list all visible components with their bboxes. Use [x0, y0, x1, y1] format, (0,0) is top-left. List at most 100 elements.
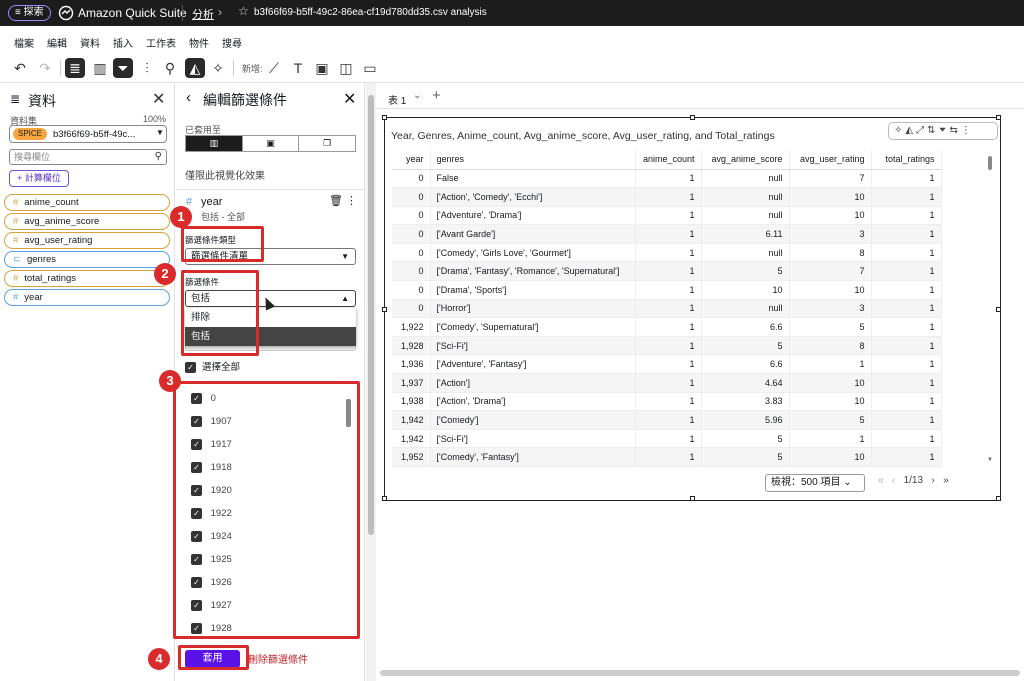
close-icon[interactable]: ✕	[343, 89, 356, 109]
first-page-icon[interactable]: «	[878, 475, 884, 486]
panel-scrollbar[interactable]	[366, 83, 376, 681]
filter-icon[interactable]: ⏷	[113, 58, 133, 78]
column-header-year[interactable]: year	[392, 150, 431, 170]
field-type-icon: #	[186, 196, 193, 208]
table-cell: 3	[789, 299, 872, 319]
remove-filter-link[interactable]: 刪除篩選條件	[248, 651, 308, 666]
table-cell: 4.64	[701, 373, 790, 393]
table-cell: 1,922	[392, 317, 431, 337]
add-visual-icon[interactable]: ⟋	[264, 58, 284, 78]
more-options-icon[interactable]: ⋮	[346, 194, 357, 207]
menu-edit[interactable]: 編輯	[47, 35, 67, 50]
scrollbar-thumb[interactable]	[368, 95, 374, 535]
field-anime-count[interactable]: # anime_count	[4, 194, 170, 211]
table-cell: 1	[871, 243, 942, 263]
add-sheet-icon[interactable]: +	[432, 87, 441, 104]
table-row[interactable]: 0 ['Horror'] 1 null 3 1	[392, 299, 942, 319]
resize-handle[interactable]	[382, 496, 387, 501]
table-cell: 1	[871, 169, 942, 189]
resize-handle[interactable]	[382, 307, 387, 312]
menu-file[interactable]: 檔案	[14, 35, 34, 50]
sparkle-icon[interactable]: ✧	[208, 58, 228, 78]
copy-icon[interactable]: ❐	[299, 136, 355, 151]
table-row[interactable]: 0 ['Avant Garde'] 1 6.11 3 1	[392, 224, 942, 244]
resize-handle[interactable]	[996, 115, 1001, 120]
table-row[interactable]: 0 ['Action', 'Comedy', 'Ecchi'] 1 null 10 1	[392, 187, 942, 207]
tab-sheet-1[interactable]: 表 1	[388, 92, 406, 107]
column-header-total-ratings[interactable]: total_ratings	[871, 150, 942, 170]
resize-handle[interactable]	[690, 496, 695, 501]
table-row[interactable]: 1,942 ['Sci-Fi'] 1 5 1 1	[392, 429, 942, 449]
breadcrumb-analysis-link[interactable]: 分析	[192, 6, 214, 22]
resize-handle[interactable]	[996, 496, 1001, 501]
field-total-ratings[interactable]: # total_ratings	[4, 270, 170, 287]
field-genres[interactable]: ⊂ genres	[4, 251, 170, 268]
table-row[interactable]: 0 ['Comedy', 'Girls Love', 'Gourmet'] 1 nul…	[392, 243, 942, 263]
prev-page-icon[interactable]: ‹	[892, 475, 895, 486]
menu-bar: 檔案 編輯 資料 插入 工作表 物件 搜尋	[0, 26, 1024, 53]
table-row[interactable]: 1,922 ['Comedy', 'Supernatural'] 1 6.6 5 1	[392, 317, 942, 337]
visual-action-icons[interactable]: ✧◭⤢⇅⏷⇆⋮	[894, 125, 974, 136]
chevron-left-icon[interactable]: ‹	[186, 89, 191, 106]
add-image-icon[interactable]: ▣	[312, 58, 332, 78]
page-size-select[interactable]: 檢視：500 項目 ⌄	[765, 474, 865, 492]
table-cell: null	[701, 187, 790, 207]
table-cell: 1	[871, 392, 942, 412]
insights-icon[interactable]: ⚲	[160, 58, 180, 78]
table-row[interactable]: 1,936 ['Adventure', 'Fantasy'] 1 6.6 1 1	[392, 354, 942, 375]
field-avg-anime-score[interactable]: # avg_anime_score	[4, 213, 170, 230]
field-search-input[interactable]: 搜尋欄位 ⚲	[9, 149, 167, 165]
resize-handle[interactable]	[996, 307, 1001, 312]
menu-objects[interactable]: 物件	[189, 35, 209, 50]
add-insight-icon[interactable]: ◫	[336, 58, 356, 78]
add-text-icon[interactable]: T	[288, 58, 308, 78]
menu-insert[interactable]: 插入	[113, 35, 133, 50]
dataset-select[interactable]: SPICE b3f66f69-b5ff-49c... ▼	[9, 125, 167, 143]
resize-handle[interactable]	[690, 115, 695, 120]
add-embed-icon[interactable]: ▭	[360, 58, 380, 78]
horizontal-scrollbar[interactable]	[380, 670, 1020, 676]
column-header-genres[interactable]: genres	[430, 150, 636, 170]
table-row[interactable]: 0 False 1 null 7 1	[392, 169, 942, 189]
table-row[interactable]: 1,942 ['Comedy'] 1 5.96 5 1	[392, 410, 942, 430]
column-header-avg-anime-score[interactable]: avg_anime_score	[701, 150, 790, 170]
field-avg-user-rating[interactable]: # avg_user_rating	[4, 232, 170, 249]
table-scrollbar[interactable]	[988, 156, 992, 170]
select-all-checkbox[interactable]: ✓ 選擇全部	[185, 359, 240, 373]
last-page-icon[interactable]: »	[943, 475, 949, 486]
visuals-icon[interactable]: ▥	[90, 58, 110, 78]
field-year[interactable]: # year	[4, 289, 170, 306]
resize-handle[interactable]	[382, 115, 387, 120]
menu-data[interactable]: 資料	[80, 35, 100, 50]
trash-icon[interactable]: 🗑	[329, 194, 343, 207]
chevron-down-icon[interactable]: ⌄	[413, 90, 421, 101]
menu-sheet[interactable]: 工作表	[146, 35, 176, 50]
properties-icon[interactable]: ⫶	[137, 58, 157, 78]
bar-chart-icon[interactable]: ▥	[186, 136, 243, 151]
redo-icon[interactable]: ↷	[35, 58, 55, 78]
explore-button[interactable]: ≡ 探索	[8, 5, 51, 21]
next-page-icon[interactable]: ›	[931, 475, 934, 486]
column-header-avg-user-rating[interactable]: avg_user_rating	[789, 150, 872, 170]
table-row[interactable]: 1,938 ['Action', 'Drama'] 1 3.83 10 1	[392, 392, 942, 412]
caret-up-icon: ▲	[341, 294, 349, 303]
star-icon[interactable]: ☆	[238, 4, 249, 18]
table-cell: 10	[701, 280, 790, 300]
data-icon[interactable]: ≣	[65, 58, 85, 78]
table-row[interactable]: 1,928 ['Sci-Fi'] 1 5 8 1	[392, 336, 942, 356]
table-row[interactable]: 1,937 ['Action'] 1 4.64 10 1	[392, 373, 942, 393]
table-cell: 1	[635, 317, 702, 337]
table-row[interactable]: 0 ['Adventure', 'Drama'] 1 null 10 1	[392, 206, 942, 226]
table-row[interactable]: 0 ['Drama', 'Fantasy', 'Romance', 'Supern…	[392, 261, 942, 282]
table-row[interactable]: 0 ['Drama', 'Sports'] 1 10 10 1	[392, 280, 942, 300]
chart-style-icon[interactable]: ◭	[185, 58, 205, 78]
undo-icon[interactable]: ↶	[10, 58, 30, 78]
close-icon[interactable]: ✕	[152, 89, 165, 109]
add-calculated-field-button[interactable]: + 計算欄位	[9, 170, 69, 187]
menu-search[interactable]: 搜尋	[222, 35, 242, 50]
scroll-down-icon[interactable]: ▼	[987, 457, 993, 463]
column-header-anime-count[interactable]: anime_count	[635, 150, 702, 170]
table-visual[interactable]: Year, Genres, Anime_count, Avg_anime_sco…	[382, 115, 1001, 501]
image-icon[interactable]: ▣	[243, 136, 300, 151]
table-row[interactable]: 1,952 ['Comedy', 'Fantasy'] 1 5 10 1	[392, 447, 942, 467]
